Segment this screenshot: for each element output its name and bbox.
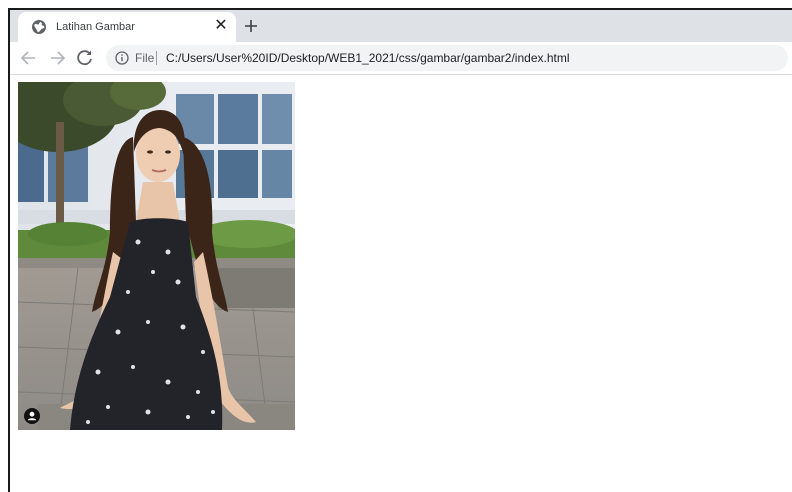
reload-button[interactable]	[74, 48, 96, 68]
arrow-right-icon	[51, 51, 66, 65]
person-icon[interactable]	[24, 408, 40, 424]
back-button[interactable]	[18, 48, 40, 68]
tab-title: Latihan Gambar	[56, 21, 135, 33]
info-icon[interactable]	[115, 51, 129, 65]
scheme-label: File	[135, 51, 155, 65]
tab-strip: Latihan Gambar ✕	[10, 10, 792, 42]
forward-button[interactable]	[46, 48, 68, 68]
globe-icon	[31, 19, 47, 35]
plus-icon	[245, 20, 257, 32]
photo-image	[18, 82, 295, 430]
address-bar[interactable]: File C:/Users/User%20ID/Desktop/WEB1_202…	[106, 45, 788, 71]
page-viewport	[10, 75, 792, 492]
arrow-left-icon	[20, 51, 35, 65]
new-tab-button[interactable]	[240, 15, 262, 37]
photo-illustration	[18, 82, 295, 430]
url-text[interactable]: C:/Users/User%20ID/Desktop/WEB1_2021/css…	[166, 51, 570, 65]
reload-icon	[77, 50, 92, 66]
browser-window: Latihan Gambar ✕ File C:/Users/User%20ID…	[8, 8, 792, 492]
tab-latihan-gambar[interactable]: Latihan Gambar ✕	[18, 12, 236, 42]
close-icon[interactable]: ✕	[210, 15, 232, 37]
omnibox-divider	[156, 51, 157, 65]
toolbar: File C:/Users/User%20ID/Desktop/WEB1_202…	[10, 42, 792, 75]
